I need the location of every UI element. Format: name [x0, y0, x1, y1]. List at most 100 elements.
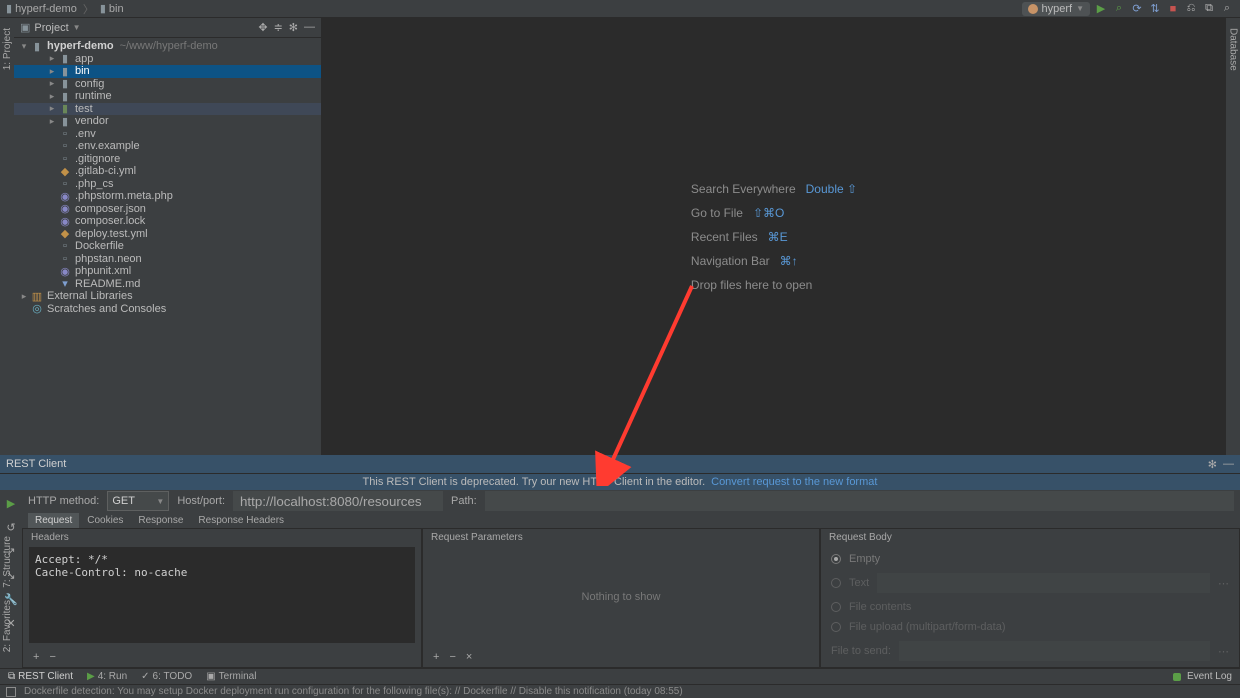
- add-param-icon[interactable]: +: [433, 651, 439, 663]
- tree-item-composer-lock[interactable]: ◉composer.lock: [14, 215, 321, 228]
- right-gutter: Database: [1226, 18, 1240, 455]
- left-tab-favorites[interactable]: 2: Favorites: [1, 594, 14, 658]
- folder-icon: ▮: [58, 90, 72, 103]
- project-panel: ▣ Project ▼ ✥ ≑ ✻ — ▮hyperf-demo~/www/hy…: [14, 18, 322, 455]
- gear-icon[interactable]: ✻: [289, 21, 298, 34]
- tree-item-phpstan-neon[interactable]: ▫phpstan.neon: [14, 253, 321, 266]
- project-panel-title[interactable]: Project: [34, 22, 68, 34]
- gear-icon[interactable]: ✻: [1208, 458, 1217, 471]
- tree-item-test[interactable]: ▮test: [14, 103, 321, 116]
- expand-arrow-icon[interactable]: [46, 116, 58, 127]
- status-box-icon[interactable]: [6, 687, 16, 697]
- attach-icon[interactable]: ⇅: [1148, 2, 1162, 16]
- remove-param-icon[interactable]: −: [449, 651, 455, 663]
- search-icon[interactable]: ⌕: [1220, 2, 1234, 16]
- breadcrumb-root[interactable]: ▮hyperf-demo: [6, 2, 77, 15]
- tree-item-runtime[interactable]: ▮runtime: [14, 90, 321, 103]
- expand-icon[interactable]: ⋯: [1218, 577, 1229, 590]
- expand-arrow-icon[interactable]: [46, 91, 58, 102]
- path-input[interactable]: [485, 491, 1234, 511]
- expand-arrow-icon[interactable]: [18, 291, 30, 302]
- left-tab-structure[interactable]: 7: Structure: [1, 530, 14, 594]
- tree-item-deploy-test-yml[interactable]: ◆deploy.test.yml: [14, 228, 321, 241]
- submit-icon[interactable]: ▶: [4, 496, 18, 510]
- expand-arrow-icon[interactable]: [46, 66, 58, 77]
- file-to-send-input[interactable]: [899, 641, 1210, 661]
- tree-item-composer-json[interactable]: ◉composer.json: [14, 203, 321, 216]
- coverage-icon[interactable]: ⟳: [1130, 2, 1144, 16]
- expand-arrow-icon[interactable]: [18, 41, 30, 52]
- expand-arrow-icon[interactable]: [46, 103, 58, 114]
- locate-icon[interactable]: ✥: [258, 21, 267, 34]
- left-tab-project[interactable]: 1: Project: [1, 22, 14, 76]
- tree-item--env-example[interactable]: ▫.env.example: [14, 140, 321, 153]
- tree-item-scratches-and-consoles[interactable]: ◎Scratches and Consoles: [14, 303, 321, 316]
- tree-item-bin[interactable]: ▮bin: [14, 65, 321, 78]
- bottom-tab-run[interactable]: ▶ 4: Run: [87, 671, 127, 682]
- host-input[interactable]: [233, 491, 443, 511]
- collapse-icon[interactable]: ≑: [274, 21, 283, 34]
- tree-item-dockerfile[interactable]: ▫Dockerfile: [14, 240, 321, 253]
- tree-item--span-class-bold-hyperf-demo-span-[interactable]: ▮hyperf-demo~/www/hyperf-demo: [14, 40, 321, 53]
- remove-header-icon[interactable]: −: [49, 651, 55, 663]
- http-method-select[interactable]: GET▼: [107, 491, 169, 511]
- headers-textarea[interactable]: Accept: */* Cache-Control: no-cache: [29, 547, 415, 643]
- stop-icon[interactable]: ■: [1166, 2, 1180, 16]
- window-icon[interactable]: ⧉: [1202, 2, 1216, 16]
- tree-item-app[interactable]: ▮app: [14, 53, 321, 66]
- browse-icon[interactable]: ⋯: [1218, 645, 1229, 658]
- rest-client-title[interactable]: REST Client ✻ —: [0, 455, 1240, 473]
- breadcrumb: ▮hyperf-demo 〉 ▮bin: [6, 1, 124, 17]
- run-icon[interactable]: ▶: [1094, 2, 1108, 16]
- editor-area[interactable]: Search EverywhereDouble ⇧Go to File⇧⌘ORe…: [322, 18, 1226, 455]
- event-log-tab[interactable]: Event Log: [1187, 671, 1232, 682]
- tree-item-config[interactable]: ▮config: [14, 78, 321, 91]
- request-tab-response-headers[interactable]: Response Headers: [191, 513, 291, 528]
- tree-item--gitlab-ci-yml[interactable]: ◆.gitlab-ci.yml: [14, 165, 321, 178]
- tree-item--env[interactable]: ▫.env: [14, 128, 321, 141]
- body-upload-radio[interactable]: [831, 622, 841, 632]
- tree-item-external-libraries[interactable]: ▥External Libraries: [14, 290, 321, 303]
- body-title: Request Body: [821, 529, 1239, 547]
- bottom-tab-rest[interactable]: ⧉ REST Client: [8, 671, 73, 682]
- breadcrumb-child[interactable]: ▮bin: [100, 2, 124, 15]
- request-tab-request[interactable]: Request: [28, 513, 79, 528]
- file-to-send-label: File to send:: [831, 645, 891, 657]
- expand-arrow-icon[interactable]: [46, 78, 58, 89]
- request-tab-cookies[interactable]: Cookies: [80, 513, 130, 528]
- editor-hint: Recent Files⌘E: [691, 230, 857, 244]
- tree-item-readme-md[interactable]: ▾README.md: [14, 278, 321, 291]
- hide-icon[interactable]: —: [1223, 458, 1234, 471]
- body-file-radio[interactable]: [831, 602, 841, 612]
- bottom-tab-todo[interactable]: ✓ 6: TODO: [141, 671, 192, 682]
- body-text-radio[interactable]: [831, 578, 841, 588]
- debug-icon[interactable]: ⌕: [1112, 2, 1126, 16]
- headers-title: Headers: [23, 529, 421, 547]
- method-label: HTTP method:: [28, 495, 99, 507]
- tree-item--gitignore[interactable]: ▫.gitignore: [14, 153, 321, 166]
- run-config-chip[interactable]: hyperf ▼: [1022, 2, 1091, 16]
- annotation-arrow: [592, 276, 712, 486]
- tree-item-phpunit-xml[interactable]: ◉phpunit.xml: [14, 265, 321, 278]
- expand-arrow-icon[interactable]: [46, 53, 58, 64]
- tree-item-vendor[interactable]: ▮vendor: [14, 115, 321, 128]
- project-panel-header: ▣ Project ▼ ✥ ≑ ✻ —: [14, 18, 321, 38]
- folder-icon: ▮: [58, 52, 72, 65]
- add-header-icon[interactable]: +: [33, 651, 39, 663]
- request-tab-response[interactable]: Response: [131, 513, 190, 528]
- bottom-tab-terminal[interactable]: ▣ Terminal: [206, 671, 256, 682]
- body-text-input[interactable]: [877, 573, 1210, 593]
- folder-icon: ▮: [58, 65, 72, 78]
- hide-icon[interactable]: —: [304, 21, 315, 34]
- convert-link[interactable]: Convert request to the new format: [711, 476, 877, 488]
- project-tree[interactable]: ▮hyperf-demo~/www/hyperf-demo▮app▮bin▮co…: [14, 38, 321, 455]
- tree-item--php-cs[interactable]: ▫.php_cs: [14, 178, 321, 191]
- status-text[interactable]: Dockerfile detection: You may setup Dock…: [24, 686, 683, 697]
- right-tab-database[interactable]: Database: [1227, 22, 1240, 77]
- clear-params-icon[interactable]: ×: [466, 651, 472, 663]
- tree-item--phpstorm-meta-php[interactable]: ◉.phpstorm.meta.php: [14, 190, 321, 203]
- foldert-icon: ▮: [58, 102, 72, 115]
- git-icon[interactable]: ⎌: [1184, 2, 1198, 16]
- chevron-down-icon[interactable]: ▼: [73, 23, 81, 32]
- body-empty-radio[interactable]: [831, 554, 841, 564]
